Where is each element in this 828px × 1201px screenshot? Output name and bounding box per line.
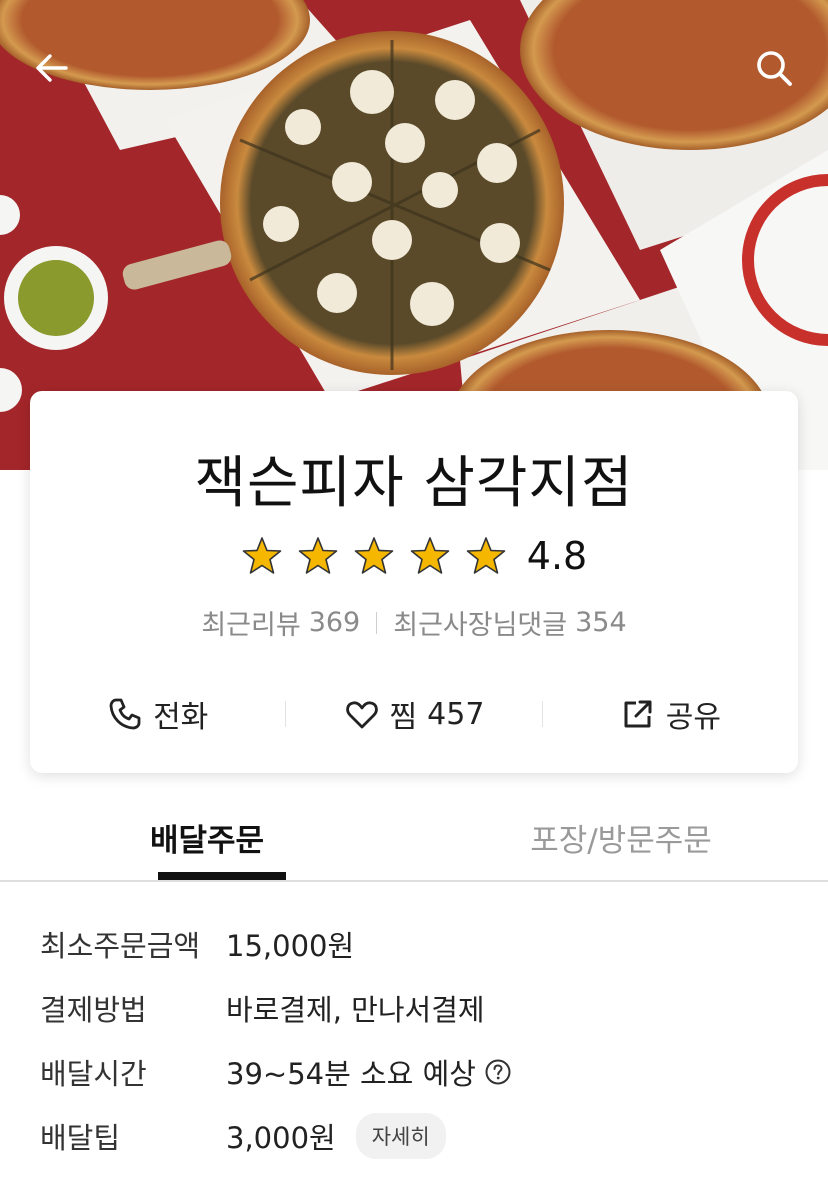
- owner-replies-label: 최근사장님댓글: [393, 610, 568, 641]
- min-order-label: 최소주문금액: [40, 929, 201, 963]
- recent-reviews-count: 369: [308, 607, 361, 638]
- delivery-tip-value: 3,000원: [226, 1121, 336, 1155]
- star-icon: [410, 537, 450, 574]
- min-order-value: 15,000원: [226, 929, 355, 963]
- store-detail-page: 잭슨피자 삼각지점 4.8 최근리뷰 369 최근사장님댓글 354 전화 찜 …: [0, 0, 828, 1201]
- delivery-tip-value-wrap: 3,000원 자세히: [226, 1113, 446, 1159]
- review-divider: [376, 611, 378, 634]
- info-row-min-order: 최소주문금액 15,000원: [40, 912, 800, 976]
- like-button[interactable]: 찜 457: [286, 682, 541, 746]
- payment-value: 바로결제, 만나서결제: [226, 993, 485, 1027]
- delivery-tip-detail-button[interactable]: 자세히: [355, 1113, 446, 1159]
- rating-value: 4.8: [526, 534, 588, 578]
- back-button[interactable]: [22, 38, 82, 98]
- delivery-time-value-wrap: 39~54분 소요 예상: [226, 1051, 512, 1093]
- payment-label: 결제방법: [40, 993, 147, 1027]
- rating-row: 4.8: [0, 530, 828, 582]
- tab-delivery[interactable]: 배달주문: [0, 800, 414, 880]
- star-icon: [242, 537, 282, 574]
- like-count: 457: [427, 696, 485, 732]
- info-row-delivery-tip: 배달팁 3,000원 자세히: [40, 1104, 800, 1168]
- share-button[interactable]: 공유: [543, 682, 798, 746]
- star-icon: [298, 537, 338, 574]
- delivery-time-value: 39~54분 소요 예상: [226, 1057, 476, 1091]
- info-row-payment: 결제방법 바로결제, 만나서결제: [40, 976, 800, 1040]
- recent-reviews-label: 최근리뷰: [201, 610, 301, 641]
- active-tab-indicator: [158, 872, 286, 880]
- call-label: 전화: [153, 700, 209, 735]
- info-row-delivery-time: 배달시간 39~54분 소요 예상: [40, 1040, 800, 1104]
- like-label: 찜: [389, 700, 418, 735]
- delivery-time-label: 배달시간: [40, 1057, 147, 1091]
- star-icon: [466, 537, 506, 574]
- heart-icon: [345, 701, 378, 729]
- call-button[interactable]: 전화: [30, 682, 285, 746]
- star-icon: [354, 537, 394, 574]
- share-label: 공유: [665, 700, 721, 735]
- rating-stars: [241, 535, 507, 577]
- search-icon: [757, 51, 792, 86]
- order-type-tabs: 배달주문 포장/방문주문: [0, 800, 828, 882]
- store-name: 잭슨피자 삼각지점: [194, 451, 634, 516]
- phone-icon: [109, 698, 141, 730]
- tab-pickup[interactable]: 포장/방문주문: [414, 800, 828, 880]
- owner-replies-count: 354: [575, 607, 627, 638]
- delivery-info: 최소주문금액 15,000원 결제방법 바로결제, 만나서결제 배달시간 39~…: [40, 912, 800, 1168]
- arrow-left-icon: [36, 54, 68, 82]
- question-circle-icon[interactable]: [484, 1058, 512, 1086]
- review-summary[interactable]: 최근리뷰 369 최근사장님댓글 354: [0, 603, 828, 642]
- store-actions: 전화 찜 457 공유: [30, 682, 798, 746]
- search-button[interactable]: [744, 38, 804, 98]
- share-icon: [624, 700, 652, 728]
- delivery-tip-label: 배달팁: [40, 1121, 121, 1155]
